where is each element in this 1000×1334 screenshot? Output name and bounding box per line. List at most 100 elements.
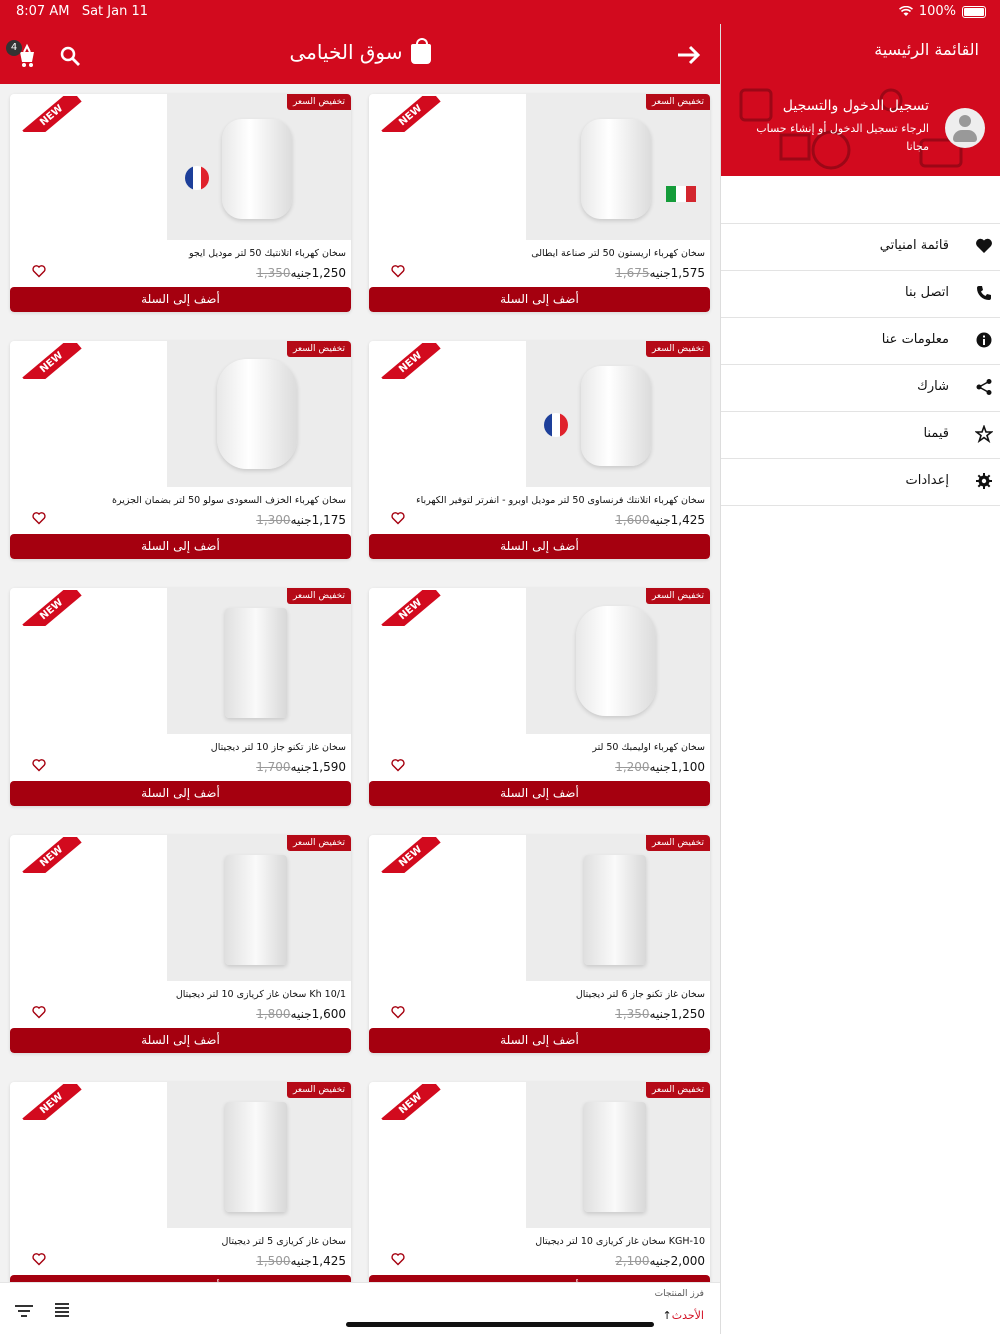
product-name[interactable]: سخان كهرباء اتلانتك فرنساوى 50 لتر موديل… [416,495,705,506]
new-ribbon: NEW [10,837,94,873]
status-right: 100% [898,4,986,19]
sort-dropdown[interactable]: ↑الأحدث [663,1309,704,1322]
sale-badge: تخفيض السعر [286,94,351,110]
product-card[interactable]: تخفيض السعر NEW سخان كهرباء اتلانتك فرنساو… [369,341,710,559]
app-bar: 4 سوق الخيامى [0,24,720,84]
sale-badge: تخفيض السعر [286,1082,351,1098]
wishlist-heart-icon[interactable] [391,511,405,525]
product-name[interactable]: سخان غاز كريازى 5 لتر ديجيتال [222,1236,346,1247]
add-to-cart-button[interactable]: أضف إلى السلة [369,534,710,559]
wishlist-heart-icon[interactable] [391,758,405,772]
product-price: 1,100جنيه1,200 [615,760,705,774]
login-subtitle: الرجاء تسجيل الدخول أو إنشاء حساب مجانا [756,122,929,153]
product-image [222,119,292,219]
wishlist-heart-icon[interactable] [391,264,405,278]
product-image [584,855,646,965]
product-card[interactable]: تخفيض السعر NEW سخان كهرباء اوليمبك 50 لتر… [369,588,710,806]
product-price: 1,250جنيه1,350 [615,1007,705,1021]
add-to-cart-button[interactable]: أضف إلى السلة [369,781,710,806]
product-name[interactable]: سخان غاز تكنو جاز 6 لتر ديجيتال [576,989,705,1000]
product-image [225,855,287,965]
add-to-cart-button[interactable]: أضف إلى السلة [10,534,351,559]
italy-flag-icon [666,186,696,202]
product-image-area[interactable] [167,1082,351,1228]
wishlist-heart-icon[interactable] [32,264,46,278]
new-ribbon: NEW [369,96,453,132]
battery-percent: 100% [918,4,956,19]
menu-item-3[interactable]: شارك [721,364,1000,412]
product-name[interactable]: سخان كهرباء اوليمبك 50 لتر [592,742,705,753]
product-name[interactable]: سخان غاز تكنو جاز 10 لتر ديجيتال [211,742,346,753]
product-image-area[interactable] [526,341,710,487]
new-label: NEW [381,1084,441,1120]
product-card[interactable]: تخفيض السعر NEW سخان غاز كريازى 10 لتر ديج… [369,1082,710,1300]
sale-badge: تخفيض السعر [286,588,351,604]
menu-item-4[interactable]: قيمنا [721,411,1000,459]
product-card[interactable]: تخفيض السعر NEW سخان كهرباء اتلانتيك 50 لت… [10,94,351,312]
wishlist-heart-icon[interactable] [391,1252,405,1266]
list-view-icon[interactable] [54,1302,70,1318]
menu-item-0[interactable]: قائمة امنياتي [721,223,1000,271]
settings-icon [976,473,992,489]
login-panel[interactable]: تسجيل الدخول والتسجيل الرجاء تسجيل الدخو… [721,80,1000,176]
menu-item-label: قيمنا [923,426,949,441]
product-image-area[interactable] [167,588,351,734]
product-image [576,606,656,716]
menu-item-label: اتصل بنا [905,285,949,300]
menu-item-5[interactable]: إعدادات [721,458,1000,506]
home-indicator [346,1322,654,1327]
product-price: 1,575جنيه1,675 [615,266,705,280]
page-title: سوق الخيامى [0,38,720,64]
product-image-area[interactable] [526,835,710,981]
arrow-right-icon[interactable] [676,42,702,68]
product-card[interactable]: تخفيض السعر NEW سخان غاز كريازى 10 لتر ديج… [10,835,351,1053]
info-icon [976,332,992,348]
new-label: NEW [22,837,82,873]
product-card[interactable]: تخفيض السعر NEW سخان كهرباء اريستون 50 لتر… [369,94,710,312]
battery-icon [962,5,986,18]
new-ribbon: NEW [10,96,94,132]
product-name[interactable]: سخان غاز كريازى 10 لتر ديجيتال Kh 10/1 [176,989,346,1000]
wishlist-heart-icon[interactable] [32,758,46,772]
product-image-area[interactable] [167,94,351,240]
sort-label: فرز المنتجات [654,1289,704,1299]
product-image-area[interactable] [167,835,351,981]
wishlist-heart-icon[interactable] [32,1005,46,1019]
star-icon [975,425,993,443]
wifi-icon [898,6,913,16]
product-name[interactable]: سخان غاز كريازى 10 لتر ديجيتال KGH-10 [535,1236,705,1247]
new-label: NEW [22,1084,82,1120]
wishlist-heart-icon[interactable] [391,1005,405,1019]
product-card[interactable]: تخفيض السعر NEW سخان غاز تكنو جاز 10 لتر د… [10,588,351,806]
add-to-cart-button[interactable]: أضف إلى السلة [369,287,710,312]
sale-badge: تخفيض السعر [645,835,710,851]
avatar [945,108,985,148]
product-card[interactable]: تخفيض السعر NEW سخان غاز تكنو جاز 6 لتر دي… [369,835,710,1053]
product-card[interactable]: تخفيض السعر NEW سخان غاز كريازى 5 لتر ديجي… [10,1082,351,1300]
product-name[interactable]: سخان كهرباء اتلانتيك 50 لتر موديل ايجو [189,248,346,259]
menu-item-1[interactable]: اتصل بنا [721,270,1000,318]
product-name[interactable]: سخان كهرباء الخزف السعودى سولو 50 لتر بض… [112,495,346,506]
product-name[interactable]: سخان كهرباء اريستون 50 لتر صناعة ايطالى [531,248,705,259]
add-to-cart-button[interactable]: أضف إلى السلة [10,287,351,312]
side-drawer: القائمة الرئيسية تسجيل الدخول والتسجيل ا… [720,24,1000,1334]
product-price: 1,175جنيه1,300 [256,513,346,527]
sale-badge: تخفيض السعر [645,341,710,357]
wishlist-heart-icon[interactable] [32,1252,46,1266]
product-image-area[interactable] [526,1082,710,1228]
product-card[interactable]: تخفيض السعر NEW سخان كهرباء الخزف السعودى … [10,341,351,559]
add-to-cart-button[interactable]: أضف إلى السلة [10,781,351,806]
share-icon [976,379,992,395]
product-image-area[interactable] [526,588,710,734]
add-to-cart-button[interactable]: أضف إلى السلة [10,1028,351,1053]
menu-item-label: معلومات عنا [881,332,949,347]
filter-icon[interactable] [14,1303,34,1319]
product-image-area[interactable] [526,94,710,240]
wishlist-heart-icon[interactable] [32,511,46,525]
product-image-area[interactable] [167,341,351,487]
menu-item-2[interactable]: معلومات عنا [721,317,1000,365]
add-to-cart-button[interactable]: أضف إلى السلة [369,1028,710,1053]
new-label: NEW [381,837,441,873]
new-ribbon: NEW [369,1084,453,1120]
product-price: 1,600جنيه1,800 [256,1007,346,1021]
